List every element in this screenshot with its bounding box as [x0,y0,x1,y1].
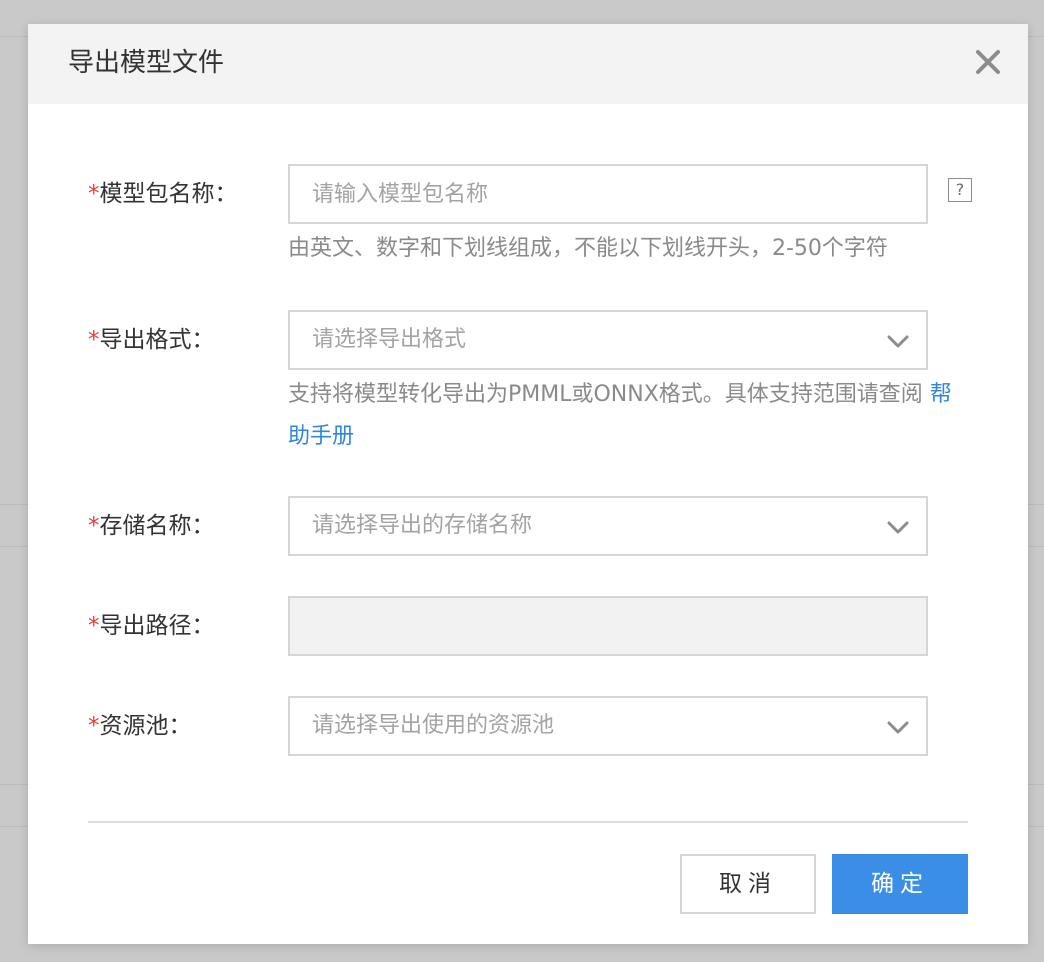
storage-name-placeholder: 请选择导出的存储名称 [312,513,533,538]
export-format-select[interactable]: 请选择导出格式 [288,310,928,370]
export-path-label: *导出路径： [88,610,215,642]
package-name-label: *模型包名称： [88,178,238,210]
package-name-field [288,164,928,224]
export-model-dialog: 导出模型文件 *模型包名称： ? 由英文、数字和下划线组成，不能以下划线开头，2… [28,24,1028,944]
export-path-field [288,596,928,656]
chevron-down-icon [886,516,910,538]
required-mark: * [88,713,100,739]
resource-pool-label: *资源池： [88,710,192,742]
package-name-label-text: 模型包名称： [99,181,238,207]
storage-name-label-text: 存储名称： [99,513,215,539]
storage-name-select[interactable]: 请选择导出的存储名称 [288,496,928,556]
package-name-input[interactable] [290,166,926,222]
export-format-label: *导出格式： [88,324,215,356]
resource-pool-label-text: 资源池： [99,713,192,739]
export-format-label-text: 导出格式： [99,327,215,353]
close-button[interactable] [972,46,1004,78]
confirm-button[interactable]: 确定 [832,854,968,914]
required-mark: * [88,613,100,639]
export-format-placeholder: 请选择导出格式 [312,327,467,352]
export-format-hint: 支持将模型转化导出为PMML或ONNX格式。具体支持范围请查阅 帮助手册 [288,374,968,458]
dialog-title: 导出模型文件 [68,48,225,78]
close-icon [976,50,1000,74]
package-name-hint: 由英文、数字和下划线组成，不能以下划线开头，2-50个字符 [288,236,888,261]
chevron-down-icon [886,716,910,738]
export-format-hint-text: 支持将模型转化导出为PMML或ONNX格式。具体支持范围请查阅 [288,382,923,407]
footer-divider [88,821,968,823]
required-mark: * [88,327,100,353]
chevron-down-icon [886,330,910,352]
storage-name-label: *存储名称： [88,510,215,542]
export-path-input [290,598,926,654]
cancel-button[interactable]: 取消 [680,854,816,914]
resource-pool-placeholder: 请选择导出使用的资源池 [312,713,555,738]
required-mark: * [88,181,100,207]
export-path-label-text: 导出路径： [99,613,215,639]
required-mark: * [88,513,100,539]
dialog-header: 导出模型文件 [28,24,1028,104]
resource-pool-select[interactable]: 请选择导出使用的资源池 [288,696,928,756]
question-icon[interactable]: ? [948,178,972,202]
